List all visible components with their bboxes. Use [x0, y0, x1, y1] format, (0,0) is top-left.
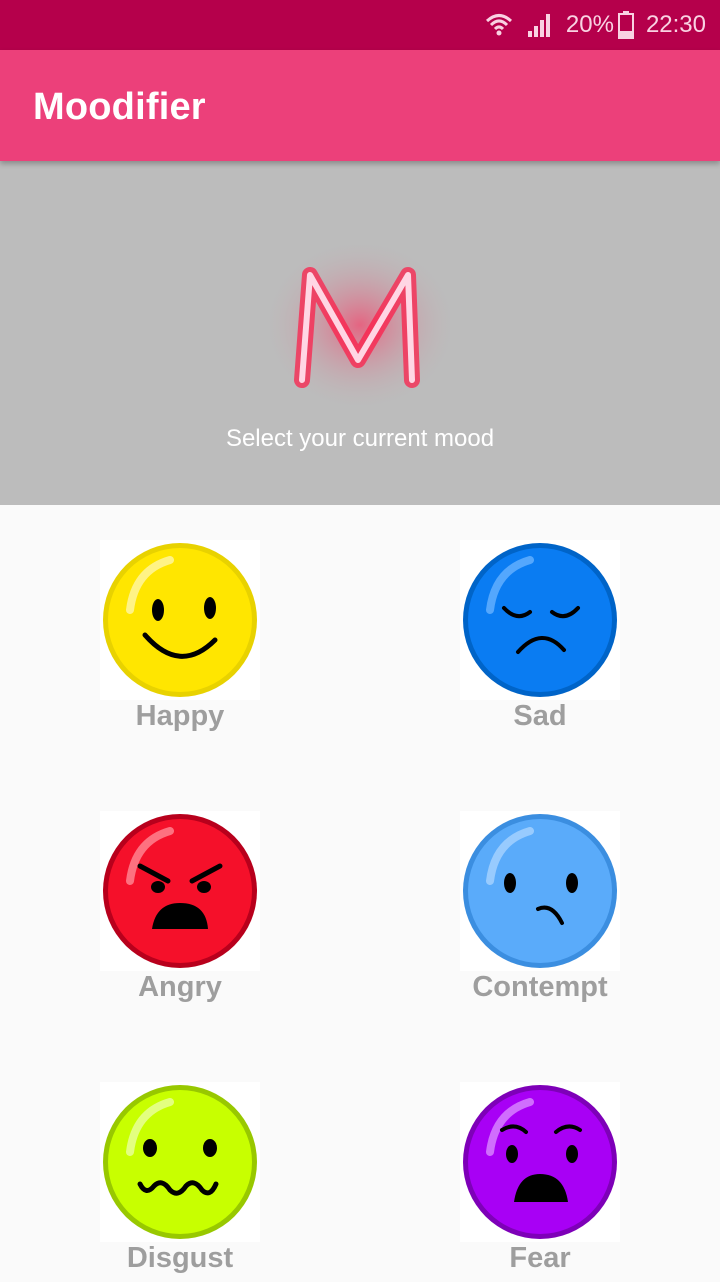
disgust-face-icon[interactable]	[100, 1082, 260, 1242]
mood-happy[interactable]: Happy	[60, 540, 300, 740]
status-bar: 20% 22:30	[0, 0, 720, 50]
mood-grid: Happy Sad Angry Contempt Disgust Fear	[0, 505, 720, 1280]
mood-label-disgust: Disgust	[126, 1242, 234, 1274]
mood-label-sad: Sad	[513, 700, 567, 732]
app-title: Moodifier	[33, 86, 206, 128]
angry-face-icon[interactable]	[100, 811, 260, 971]
happy-face-icon[interactable]	[100, 540, 260, 700]
mood-disgust[interactable]: Disgust	[60, 1082, 300, 1282]
sad-face-icon[interactable]	[460, 540, 620, 700]
signal-icon	[526, 11, 554, 39]
app-logo	[270, 245, 450, 405]
mood-label-fear: Fear	[509, 1242, 571, 1274]
hero-subtitle: Select your current mood	[225, 425, 495, 452]
status-time: 22:30	[645, 11, 706, 38]
mood-label-angry: Angry	[138, 971, 222, 1003]
mood-label-contempt: Contempt	[472, 971, 608, 1003]
battery-percent: 20%	[565, 11, 614, 38]
mood-sad[interactable]: Sad	[420, 540, 660, 740]
mood-fear[interactable]: Fear	[420, 1082, 660, 1282]
hero-banner: Select your current mood	[0, 161, 720, 505]
battery-icon	[617, 11, 634, 39]
contempt-face-icon[interactable]	[460, 811, 620, 971]
mood-contempt[interactable]: Contempt	[420, 811, 660, 1011]
wifi-icon	[484, 10, 514, 40]
fear-face-icon[interactable]	[460, 1082, 620, 1242]
mood-label-happy: Happy	[135, 700, 225, 732]
mood-angry[interactable]: Angry	[60, 811, 300, 1011]
app-bar: Moodifier	[0, 50, 720, 161]
